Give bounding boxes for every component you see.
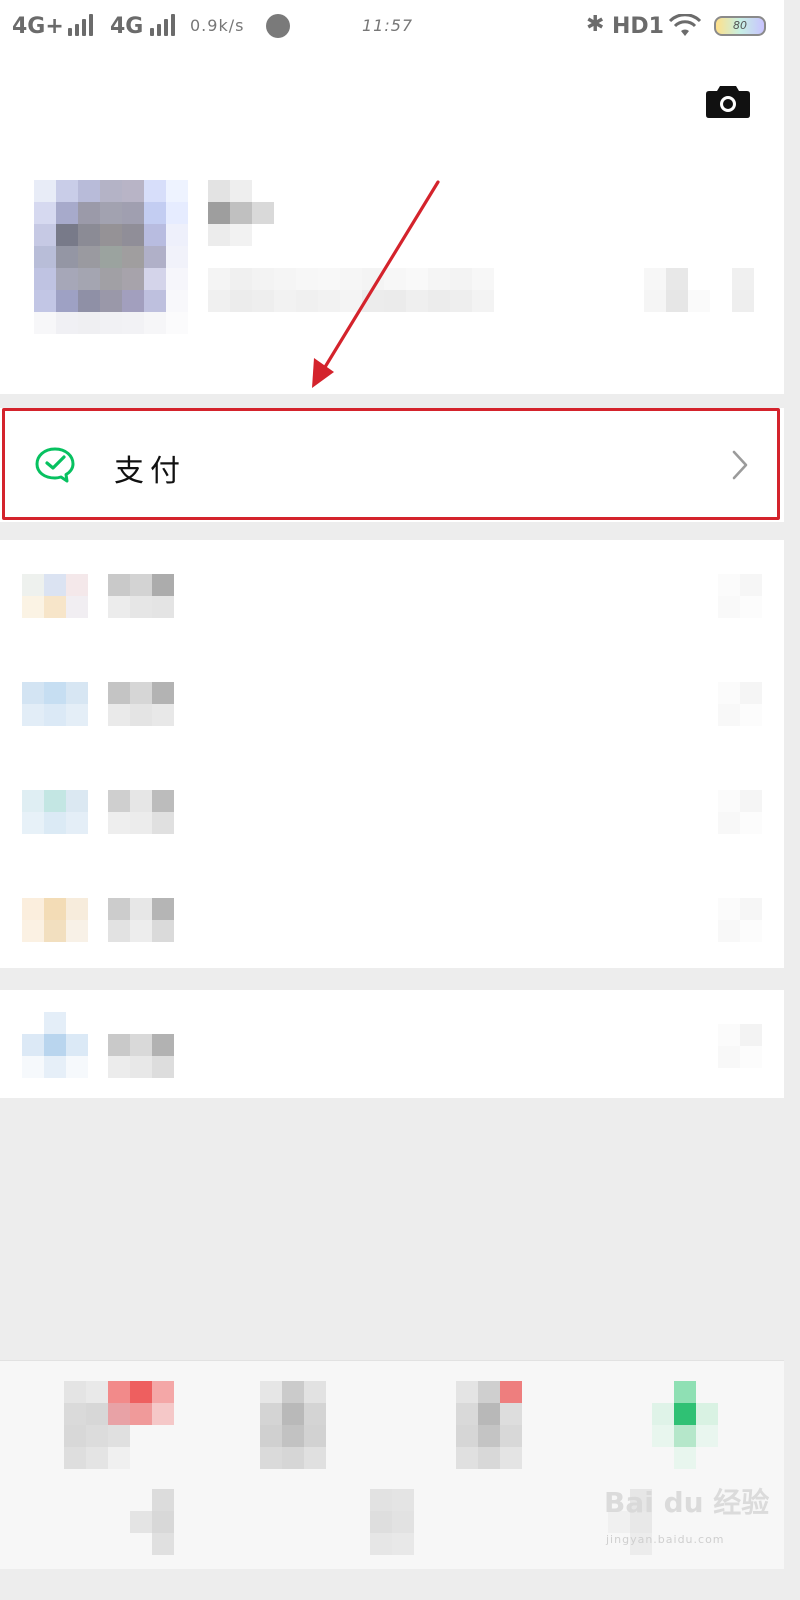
list-item-icon <box>22 1012 88 1078</box>
list-item-chevron-blurred <box>718 898 762 942</box>
menu-list <box>0 540 784 968</box>
list-item-icon <box>22 682 88 726</box>
tab-contacts-icon[interactable] <box>260 1381 326 1469</box>
network-type-1: 4G+ <box>12 14 64 39</box>
profile-header <box>0 52 784 394</box>
list-item-icon <box>22 790 88 834</box>
bluetooth-icon: ✱ <box>586 12 605 37</box>
list-item-label-blurred <box>108 790 174 834</box>
qr-code-blurred[interactable] <box>644 268 754 312</box>
list-item-chevron-blurred <box>718 682 762 726</box>
avatar[interactable] <box>34 180 188 334</box>
wechat-id-blurred <box>208 268 494 312</box>
list-item-icon <box>22 574 88 618</box>
network-type-2: 4G <box>110 14 144 39</box>
list-item-chevron-blurred <box>718 1024 762 1068</box>
browser-icon <box>266 14 290 38</box>
list-item-label-blurred <box>108 574 174 618</box>
tab-chats-icon[interactable] <box>64 1381 174 1469</box>
signal-icon-2 <box>150 14 175 36</box>
wifi-icon <box>668 14 702 36</box>
list-item-chevron-blurred <box>718 790 762 834</box>
tab-chats-label <box>130 1489 174 1555</box>
list-item-label-blurred <box>108 898 174 942</box>
list-item-icon <box>22 898 88 942</box>
camera-icon[interactable] <box>706 82 750 118</box>
bottom-tab-bar: Bai du 经验 jingyan.baidu.com <box>0 1360 784 1569</box>
nickname-blurred <box>208 180 274 246</box>
battery-indicator: 80 <box>714 16 766 36</box>
highlight-box <box>2 408 780 520</box>
list-item-label-blurred <box>108 1012 174 1078</box>
status-bar: 4G+ 4G 0.9k/s 11:57 ✱ HD1 80 <box>0 0 784 52</box>
list-item[interactable] <box>0 648 784 756</box>
clock: 11:57 <box>362 16 414 35</box>
watermark-logo: Bai du 经验 <box>604 1486 770 1519</box>
list-item-chevron-blurred <box>718 574 762 618</box>
list-item-label-blurred <box>108 682 174 726</box>
list-item[interactable] <box>0 756 784 864</box>
hd-indicator: HD1 <box>612 14 664 39</box>
tab-contacts-label <box>370 1489 414 1555</box>
network-speed: 0.9k/s <box>190 16 245 35</box>
list-item[interactable] <box>0 864 784 972</box>
tab-me-icon[interactable] <box>652 1381 718 1469</box>
watermark-url: jingyan.baidu.com <box>606 1533 725 1546</box>
list-item[interactable] <box>0 990 784 1098</box>
list-item[interactable] <box>0 540 784 648</box>
signal-icon-1 <box>68 14 93 36</box>
tab-discover-icon[interactable] <box>456 1381 522 1469</box>
